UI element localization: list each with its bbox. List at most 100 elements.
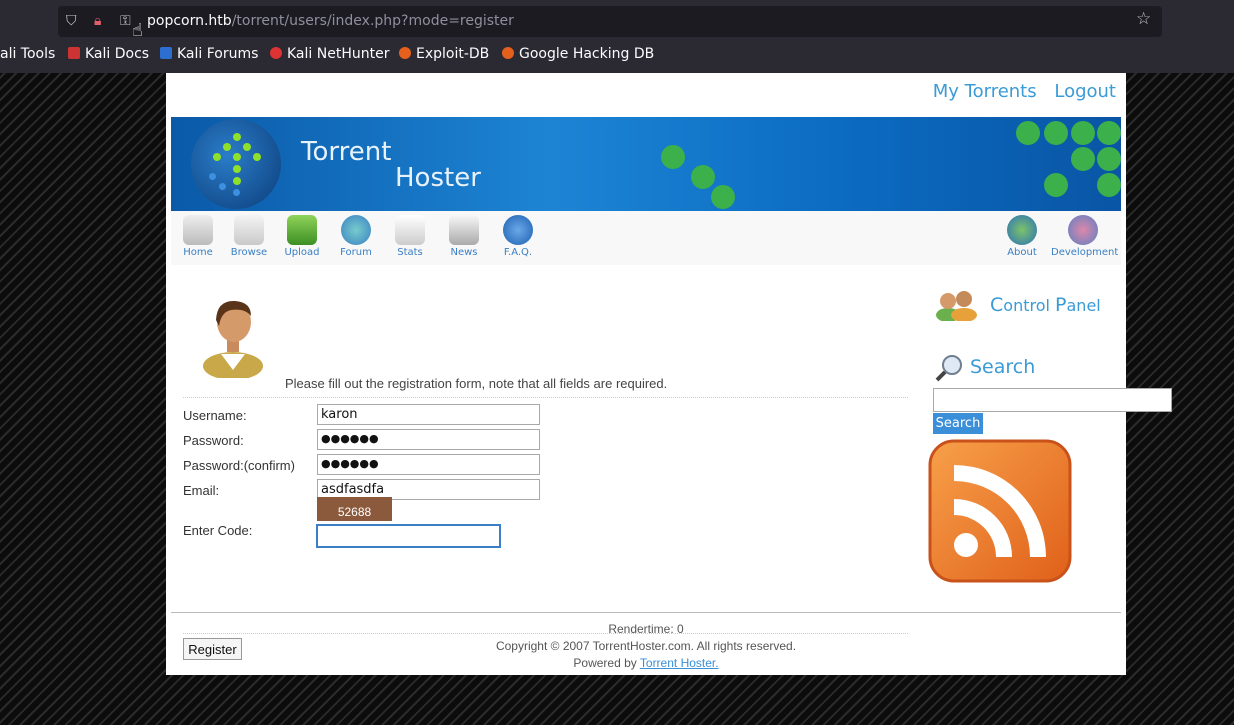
- torrent-logo-icon: [191, 119, 281, 209]
- nav-label: Stats: [397, 247, 423, 258]
- banner-decoration: [1071, 147, 1095, 171]
- brand-title-line1: Torrent: [301, 137, 392, 167]
- banner-decoration: [1097, 173, 1121, 197]
- password-label: Password:: [183, 433, 244, 448]
- nav-label: Forum: [340, 247, 372, 258]
- magnifier-icon: [935, 355, 962, 382]
- cp-initial: C: [990, 294, 1004, 316]
- nav-about[interactable]: About: [995, 215, 1049, 258]
- faq-icon: [503, 215, 533, 245]
- bookmark-google-hacking-db[interactable]: Google Hacking DB: [502, 46, 654, 62]
- site-banner: Torrent Hoster: [171, 117, 1121, 211]
- browse-icon: [234, 215, 264, 245]
- key-icon[interactable]: ⚿: [120, 13, 131, 29]
- bookmark-kali-docs[interactable]: Kali Docs: [68, 46, 149, 62]
- nav-label: Upload: [284, 247, 320, 258]
- control-panel-link[interactable]: Control Panel: [934, 285, 1114, 325]
- shield-icon[interactable]: ⛉: [66, 13, 77, 29]
- my-torrents-link[interactable]: My Torrents: [933, 81, 1037, 102]
- upload-icon: [287, 215, 317, 245]
- nethunter-icon: [270, 47, 282, 59]
- nav-forum[interactable]: Forum: [329, 215, 383, 258]
- nav-stats[interactable]: Stats: [383, 215, 437, 258]
- bookmark-kali-forums[interactable]: Kali Forums: [160, 46, 258, 62]
- url-host: popcorn.htb: [147, 13, 232, 29]
- nav-faq[interactable]: F.A.Q.: [491, 215, 545, 258]
- top-links: My Torrents Logout: [921, 81, 1116, 102]
- banner-decoration: [1044, 173, 1068, 197]
- torrent-hoster-link[interactable]: Torrent Hoster.: [640, 656, 719, 670]
- search-button[interactable]: Search: [933, 413, 983, 434]
- development-icon: [1068, 215, 1098, 245]
- bookmark-label: Kali Docs: [85, 46, 150, 62]
- users-group-icon: [936, 291, 977, 321]
- password-field[interactable]: ●●●●●●: [317, 429, 540, 450]
- nav-label: About: [1007, 247, 1037, 258]
- nav-upload[interactable]: Upload: [275, 215, 329, 258]
- username-label: Username:: [183, 408, 247, 423]
- cp-rest: ontrol: [1003, 296, 1056, 315]
- stats-icon: [395, 215, 425, 245]
- user-avatar-icon: [203, 300, 263, 378]
- rss-feed-icon[interactable]: [928, 439, 1072, 583]
- ghdb-icon: [502, 47, 514, 59]
- mouse-cursor-icon: ☝: [132, 20, 143, 41]
- divider: [183, 397, 908, 398]
- page-footer: Rendertime: 0 Copyright © 2007 TorrentHo…: [171, 612, 1121, 672]
- exploit-db-icon: [399, 47, 411, 59]
- brand-title-line2: Hoster: [395, 163, 481, 193]
- home-icon: [183, 215, 213, 245]
- web-page: My Torrents Logout Torrent Hoster Home B…: [166, 73, 1172, 675]
- news-icon: [449, 215, 479, 245]
- search-input[interactable]: [933, 388, 1172, 412]
- bookmark-label: Kali NetHunter: [287, 46, 390, 62]
- powered-by: Powered by Torrent Hoster.: [171, 655, 1121, 672]
- bookmark-label: Kali Forums: [177, 46, 259, 62]
- banner-decoration: [1016, 121, 1040, 145]
- search-title: Search: [970, 356, 1036, 378]
- banner-decoration: [691, 165, 715, 189]
- bookmark-label: Google Hacking DB: [519, 46, 655, 62]
- nav-label: News: [450, 247, 478, 258]
- banner-decoration: [661, 145, 685, 169]
- copyright: Copyright © 2007 TorrentHoster.com. All …: [495, 639, 797, 653]
- rendertime: Rendertime: 0: [608, 622, 684, 636]
- nav-label: Development: [1051, 247, 1119, 258]
- banner-decoration: [1097, 147, 1121, 171]
- forum-icon: [341, 215, 371, 245]
- bookmark-kali-tools[interactable]: ali Tools: [0, 46, 55, 62]
- nav-home[interactable]: Home: [171, 215, 225, 258]
- captcha-image: 52688: [317, 497, 392, 521]
- email-label: Email:: [183, 483, 220, 498]
- banner-decoration: [1097, 121, 1121, 145]
- nav-label: Home: [183, 247, 213, 258]
- username-field[interactable]: karon: [317, 404, 540, 425]
- control-panel-text: Control Panel: [990, 294, 1101, 316]
- password-confirm-field[interactable]: ●●●●●●: [317, 454, 540, 475]
- banner-decoration: [711, 185, 735, 209]
- address-bar[interactable]: ⛉ 🔒︎ ⚿ popcorn.htb/torrent/users/index.p…: [58, 6, 1162, 37]
- bookmark-star-icon[interactable]: ☆: [1136, 11, 1151, 28]
- nav-browse[interactable]: Browse: [222, 215, 276, 258]
- captcha-input[interactable]: [316, 524, 501, 548]
- url-text[interactable]: popcorn.htb/torrent/users/index.php?mode…: [147, 13, 514, 29]
- about-icon: [1007, 215, 1037, 245]
- nav-development[interactable]: Development: [1051, 215, 1119, 258]
- bookmark-exploit-db[interactable]: Exploit-DB: [399, 46, 489, 62]
- powered-prefix: Powered by: [573, 656, 640, 670]
- nav-news[interactable]: News: [437, 215, 491, 258]
- lock-warning-icon[interactable]: 🔒︎: [94, 13, 101, 29]
- banner-decoration: [1044, 121, 1068, 145]
- bookmark-kali-nethunter[interactable]: Kali NetHunter: [270, 46, 389, 62]
- browser-chrome: ⛉ 🔒︎ ⚿ popcorn.htb/torrent/users/index.p…: [0, 0, 1234, 73]
- logout-link[interactable]: Logout: [1054, 81, 1116, 102]
- main-nav: Home Browse Upload Forum Stats News F.A.…: [171, 211, 1121, 265]
- cp-rest: anel: [1066, 296, 1101, 315]
- code-label: Enter Code:: [183, 523, 253, 538]
- nav-label: F.A.Q.: [503, 247, 533, 258]
- bookmark-label: Exploit-DB: [416, 46, 490, 62]
- kali-docs-icon: [68, 47, 80, 59]
- cp-initial: P: [1055, 294, 1067, 316]
- url-path: /torrent/users/index.php?mode=register: [231, 13, 514, 29]
- nav-label: Browse: [230, 247, 268, 258]
